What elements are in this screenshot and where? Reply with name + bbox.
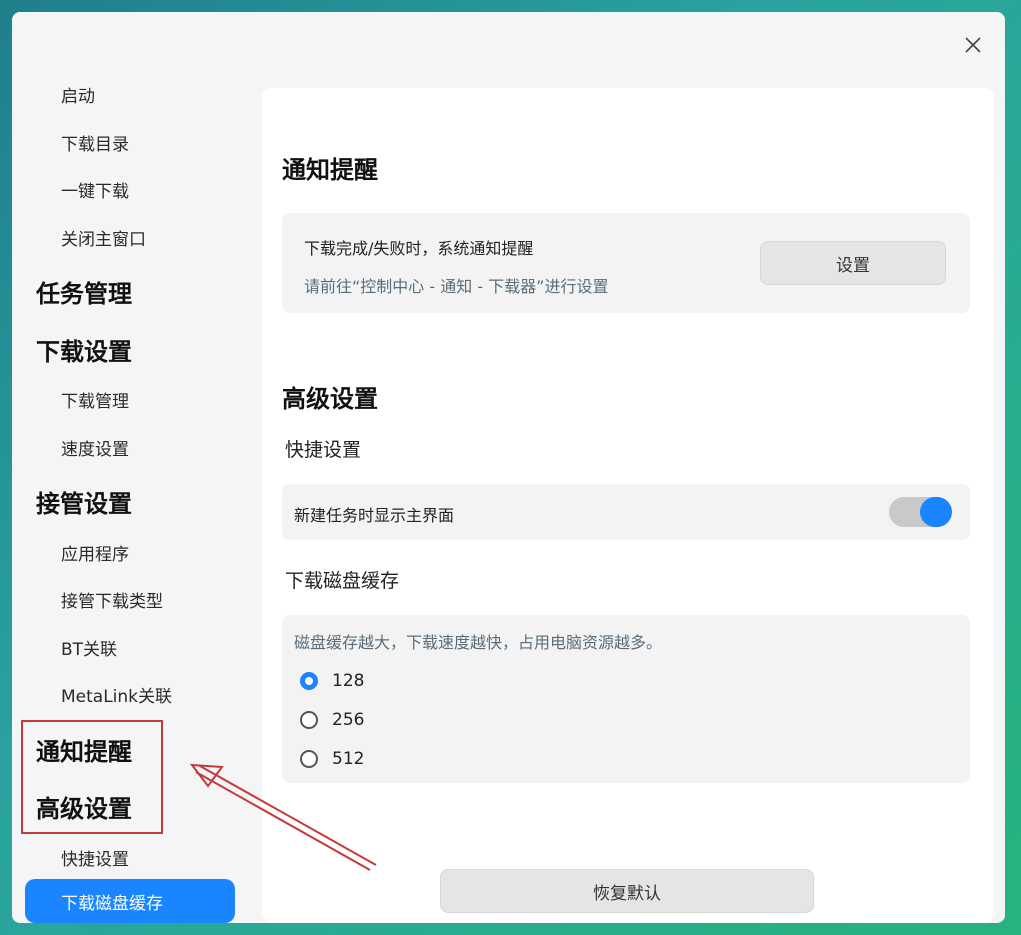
sidebar-item-shortcut-settings[interactable]: 快捷设置 <box>61 845 129 870</box>
notification-card: 下载完成/失败时，系统通知提醒 请前往“控制中心 - 通知 - 下载器”进行设置… <box>282 213 970 313</box>
sidebar-item-startup[interactable]: 启动 <box>61 82 95 107</box>
disk-cache-title: 下载磁盘缓存 <box>285 570 400 592</box>
sidebar-item-takeover-download-types[interactable]: 接管下载类型 <box>61 587 163 612</box>
disk-cache-hint: 磁盘缓存越大，下载速度越快，占用电脑资源越多。 <box>294 633 663 652</box>
notification-section-title: 通知提醒 <box>282 156 378 184</box>
cache-option-256[interactable]: 256 <box>300 710 364 730</box>
close-icon <box>965 37 981 53</box>
sidebar-item-download-directory[interactable]: 下载目录 <box>61 130 129 155</box>
sidebar-item-disk-cache[interactable]: 下载磁盘缓存 <box>25 879 235 923</box>
cache-option-label: 512 <box>332 749 365 769</box>
sidebar-item-bt-association[interactable]: BT关联 <box>61 635 117 660</box>
cache-option-512[interactable]: 512 <box>300 749 364 769</box>
radio-unchecked-icon <box>300 711 318 729</box>
sidebar-group-download-settings[interactable]: 下载设置 <box>36 332 132 367</box>
radio-checked-icon <box>300 672 318 690</box>
sidebar-group-takeover-settings[interactable]: 接管设置 <box>36 484 132 519</box>
advanced-section-title: 高级设置 <box>282 385 378 413</box>
annotation-highlight-box <box>21 720 163 834</box>
sidebar-item-download-management[interactable]: 下载管理 <box>61 387 129 412</box>
radio-unchecked-icon <box>300 750 318 768</box>
sidebar-group-task-management[interactable]: 任务管理 <box>36 274 132 309</box>
sidebar-item-speed-settings[interactable]: 速度设置 <box>61 435 129 460</box>
show-main-card: 新建任务时显示主界面 <box>282 484 970 540</box>
restore-defaults-button[interactable]: 恢复默认 <box>440 869 814 913</box>
close-button[interactable] <box>960 32 986 58</box>
cache-option-128[interactable]: 128 <box>300 671 364 691</box>
cache-option-label: 256 <box>332 710 365 730</box>
cache-option-label: 128 <box>332 671 365 691</box>
notification-hint: 请前往“控制中心 - 通知 - 下载器”进行设置 <box>304 277 609 296</box>
show-main-label: 新建任务时显示主界面 <box>294 506 455 525</box>
settings-content: 通知提醒 下载完成/失败时，系统通知提醒 请前往“控制中心 - 通知 - 下载器… <box>262 88 994 923</box>
sidebar-item-close-main-window[interactable]: 关闭主窗口 <box>61 225 146 250</box>
toggle-knob <box>920 497 952 527</box>
sidebar-item-metalink-association[interactable]: MetaLink关联 <box>61 682 172 707</box>
disk-cache-card: 磁盘缓存越大，下载速度越快，占用电脑资源越多。 128 256 512 <box>282 615 970 783</box>
sidebar-item-one-click-download[interactable]: 一键下载 <box>61 177 129 202</box>
sidebar-item-applications[interactable]: 应用程序 <box>61 540 129 565</box>
shortcut-settings-title: 快捷设置 <box>285 439 362 461</box>
notification-description: 下载完成/失败时，系统通知提醒 <box>304 239 534 258</box>
show-main-toggle[interactable] <box>889 497 952 527</box>
notification-settings-button[interactable]: 设置 <box>760 241 946 285</box>
